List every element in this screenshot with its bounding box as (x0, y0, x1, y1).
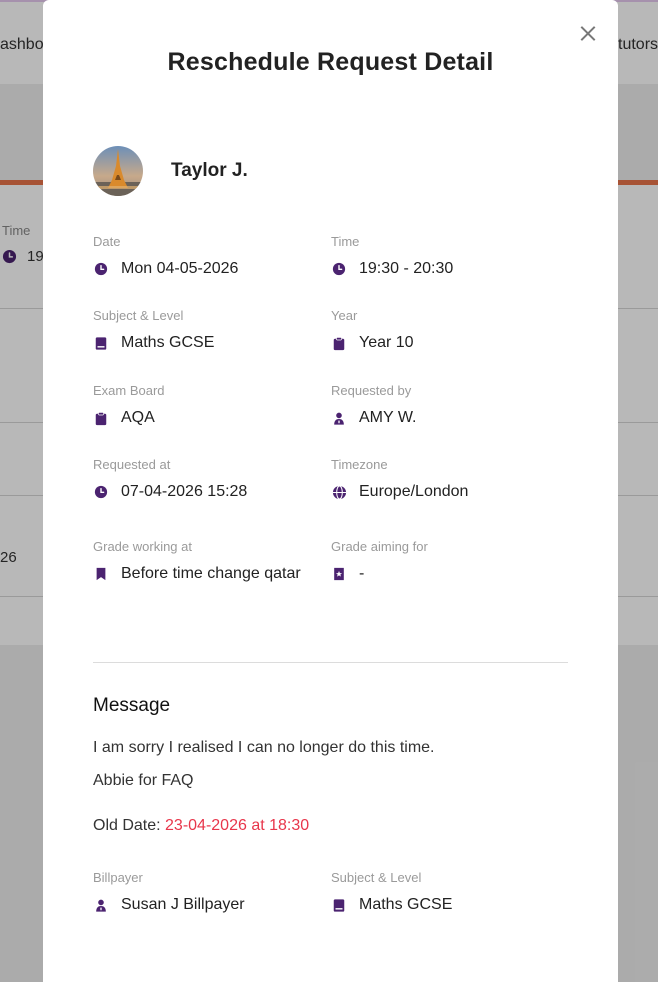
timezone-value: Europe/London (359, 483, 469, 500)
requested-by-field: Requested by AMY W. (331, 383, 417, 428)
book-icon (331, 897, 347, 913)
grade-aiming-for-field: Grade aiming for - (331, 539, 428, 584)
section-divider (93, 662, 568, 663)
eiffel-tower-photo (93, 146, 143, 196)
exam-board-value: AQA (121, 409, 155, 426)
bookmark-icon (93, 566, 109, 582)
footer-subject-level-label: Subject & Level (331, 870, 422, 885)
old-date-value: 23-04-2026 at 18:30 (165, 817, 310, 834)
grade-aiming-for-value: - (359, 565, 365, 582)
book-icon (93, 335, 109, 351)
timezone-label: Timezone (331, 457, 388, 472)
tutor-header: Taylor J. (93, 146, 248, 196)
timezone-field: Timezone Europe/London (331, 457, 468, 502)
close-icon[interactable] (576, 22, 600, 46)
clock-icon (331, 261, 347, 277)
person-icon (93, 897, 109, 913)
subject-level-field: Subject & Level Maths GCSE (93, 308, 214, 353)
old-date-label: Old Date: (93, 817, 166, 834)
date-label: Date (93, 234, 121, 249)
grade-aiming-for-label: Grade aiming for (331, 539, 428, 554)
grade-working-at-value: Before time change qatar (121, 565, 301, 582)
requested-by-value: AMY W. (359, 409, 417, 426)
year-field: Year Year 10 (331, 308, 414, 353)
bookmark-star-icon (331, 566, 347, 582)
year-label: Year (331, 308, 358, 323)
message-line: I am sorry I realised I can no longer do… (93, 739, 435, 756)
clipboard-icon (331, 335, 347, 351)
year-value: Year 10 (359, 334, 414, 351)
clipboard-icon (93, 410, 109, 426)
time-field: Time 19:30 - 20:30 (331, 234, 453, 279)
globe-icon (331, 484, 347, 500)
footer-subject-level-value: Maths GCSE (359, 896, 453, 913)
clock-icon (93, 261, 109, 277)
requested-at-label: Requested at (93, 457, 171, 472)
message-line: Abbie for FAQ (93, 772, 194, 789)
date-field: Date Mon 04-05-2026 (93, 234, 238, 279)
exam-board-field: Exam Board AQA (93, 383, 165, 428)
time-value: 19:30 - 20:30 (359, 260, 454, 277)
tutor-avatar (93, 146, 143, 196)
time-label: Time (331, 234, 360, 249)
exam-board-label: Exam Board (93, 383, 165, 398)
subject-level-label: Subject & Level (93, 308, 184, 323)
billpayer-field: Billpayer Susan J Billpayer (93, 870, 245, 915)
requested-at-field: Requested at 07-04-2026 15:28 (93, 457, 247, 502)
grade-working-at-field: Grade working at Before time change qata… (93, 539, 301, 584)
requested-at-value: 07-04-2026 15:28 (121, 483, 248, 500)
billpayer-value: Susan J Billpayer (121, 896, 245, 913)
requested-by-label: Requested by (331, 383, 412, 398)
date-value: Mon 04-05-2026 (121, 260, 239, 277)
reschedule-request-modal: Reschedule Request Detail Taylor J. Date… (43, 0, 618, 982)
modal-title: Reschedule Request Detail (167, 48, 494, 76)
message-title: Message (93, 695, 171, 716)
person-icon (331, 410, 347, 426)
grade-working-at-label: Grade working at (93, 539, 192, 554)
tutor-name: Taylor J. (171, 160, 248, 181)
clock-icon (93, 484, 109, 500)
footer-subject-level-field: Subject & Level Maths GCSE (331, 870, 452, 915)
billpayer-label: Billpayer (93, 870, 143, 885)
subject-level-value: Maths GCSE (121, 334, 215, 351)
old-date: Old Date: 23-04-2026 at 18:30 (93, 817, 309, 835)
